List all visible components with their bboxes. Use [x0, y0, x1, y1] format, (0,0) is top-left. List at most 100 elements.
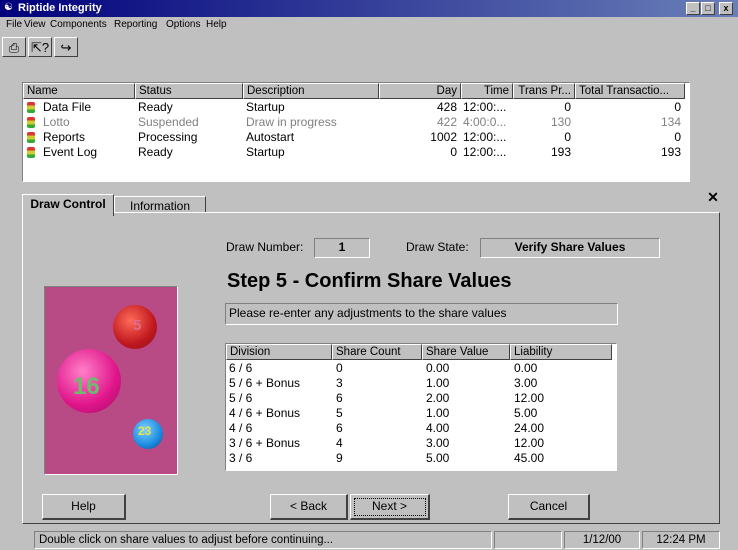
process-cell-description[interactable]: Startup: [246, 145, 376, 160]
menu-bar: File View Components Reporting Options H…: [0, 17, 738, 33]
process-cell-total[interactable]: 134: [575, 115, 681, 130]
status-message: Double click on share values to adjust b…: [34, 531, 492, 549]
draw-state-label: Draw State:: [406, 240, 469, 254]
process-cell-time[interactable]: 12:00:...: [463, 145, 511, 160]
col-header-division[interactable]: Division: [226, 344, 332, 360]
minimize-button[interactable]: _: [686, 2, 700, 15]
process-cell-total[interactable]: 0: [575, 100, 681, 115]
status-empty-pane: [494, 531, 562, 549]
share-cell: 3 / 6: [229, 451, 253, 465]
traffic-light-icon: [27, 147, 35, 158]
process-cell-day[interactable]: 0: [379, 145, 457, 160]
col-header-liability[interactable]: Liability: [510, 344, 612, 360]
process-cell-status[interactable]: Suspended: [138, 115, 238, 130]
share-cell: 6 / 6: [229, 361, 253, 375]
lottery-balls-image: 5 16 23: [44, 286, 178, 475]
menu-components[interactable]: Components: [50, 19, 107, 30]
share-cell: 45.00: [514, 451, 545, 465]
traffic-light-icon: [27, 132, 35, 143]
ball-23: 23: [133, 419, 163, 449]
col-header-total[interactable]: Total Transactio...: [575, 83, 685, 99]
tab-draw-control[interactable]: Draw Control: [22, 194, 114, 216]
traffic-light-icon: [27, 117, 35, 128]
next-button[interactable]: Next >: [350, 494, 430, 520]
title-bar: ☯ Riptide Integrity _ □ x: [0, 0, 738, 17]
share-cell: 3.00: [514, 376, 538, 390]
share-cell: 5 / 6 + Bonus: [229, 376, 301, 390]
menu-view[interactable]: View: [24, 19, 46, 30]
printer-icon[interactable]: ⎙: [2, 37, 26, 57]
process-cell-name[interactable]: Data File: [43, 100, 135, 115]
window-title: Riptide Integrity: [18, 2, 102, 14]
process-cell-day[interactable]: 1002: [379, 130, 457, 145]
close-button[interactable]: x: [719, 2, 733, 15]
share-cell: 4: [336, 436, 343, 450]
ball-5: 5: [113, 305, 157, 349]
share-cell: 4 / 6 + Bonus: [229, 406, 301, 420]
share-cell: 5 / 6: [229, 391, 253, 405]
back-button[interactable]: < Back: [270, 494, 348, 520]
share-cell: 3: [336, 376, 343, 390]
process-cell-time[interactable]: 4:00:0...: [463, 115, 511, 130]
share-cell: 5: [336, 406, 343, 420]
process-cell-name[interactable]: Reports: [43, 130, 135, 145]
draw-state-field: Verify Share Values: [480, 238, 660, 258]
exit-icon[interactable]: ↪: [54, 37, 78, 57]
share-cell[interactable]: 1.00: [426, 376, 449, 391]
help-button[interactable]: Help: [42, 494, 126, 520]
status-time: 12:24 PM: [642, 531, 720, 549]
instruction-text: Please re-enter any adjustments to the s…: [225, 303, 618, 325]
process-cell-day[interactable]: 422: [379, 115, 457, 130]
maximize-button[interactable]: □: [701, 2, 715, 15]
share-cell[interactable]: 2.00: [426, 391, 449, 406]
menu-reporting[interactable]: Reporting: [114, 19, 157, 30]
col-header-trans[interactable]: Trans Pr...: [513, 83, 575, 99]
app-icon: ☯: [4, 2, 13, 13]
share-cell[interactable]: 3.00: [426, 436, 449, 451]
col-header-status[interactable]: Status: [135, 83, 243, 99]
process-list[interactable]: Name Status Description Day Time Trans P…: [22, 82, 690, 182]
share-cell: 24.00: [514, 421, 545, 435]
share-cell: 12.00: [514, 436, 545, 450]
share-cell[interactable]: 5.00: [426, 451, 449, 466]
menu-options[interactable]: Options: [166, 19, 200, 30]
share-cell: 4 / 6: [229, 421, 253, 435]
share-values-table[interactable]: Division Share Count Share Value Liabili…: [225, 343, 617, 471]
process-cell-total[interactable]: 193: [575, 145, 681, 160]
process-cell-name[interactable]: Lotto: [43, 115, 135, 130]
process-cell-total[interactable]: 0: [575, 130, 681, 145]
process-cell-description[interactable]: Autostart: [246, 130, 376, 145]
share-cell[interactable]: 1.00: [426, 406, 449, 421]
share-cell[interactable]: 4.00: [426, 421, 449, 436]
share-cell: 9: [336, 451, 343, 465]
menu-help[interactable]: Help: [206, 19, 227, 30]
process-cell-time[interactable]: 12:00:...: [463, 130, 511, 145]
process-cell-description[interactable]: Startup: [246, 100, 376, 115]
process-cell-time[interactable]: 12:00:...: [463, 100, 511, 115]
process-cell-description[interactable]: Draw in progress: [246, 115, 376, 130]
process-cell-name[interactable]: Event Log: [43, 145, 135, 160]
share-cell: 5.00: [514, 406, 538, 420]
process-cell-status[interactable]: Ready: [138, 100, 238, 115]
col-header-share-count[interactable]: Share Count: [332, 344, 422, 360]
share-cell: 3 / 6 + Bonus: [229, 436, 301, 450]
status-bar: Double click on share values to adjust b…: [0, 530, 738, 550]
process-cell-trans[interactable]: 0: [513, 100, 571, 115]
process-cell-trans[interactable]: 130: [513, 115, 571, 130]
help-pointer-icon[interactable]: ⇱?: [28, 37, 52, 57]
status-date: 1/12/00: [564, 531, 640, 549]
process-cell-status[interactable]: Ready: [138, 145, 238, 160]
close-panel-icon[interactable]: ✕: [706, 190, 720, 205]
process-cell-status[interactable]: Processing: [138, 130, 238, 145]
col-header-name[interactable]: Name: [23, 83, 135, 99]
process-cell-day[interactable]: 428: [379, 100, 457, 115]
col-header-share-value[interactable]: Share Value: [422, 344, 510, 360]
col-header-description[interactable]: Description: [243, 83, 379, 99]
col-header-time[interactable]: Time: [461, 83, 513, 99]
process-cell-trans[interactable]: 0: [513, 130, 571, 145]
process-cell-trans[interactable]: 193: [513, 145, 571, 160]
share-cell[interactable]: 0.00: [426, 361, 449, 376]
cancel-button[interactable]: Cancel: [508, 494, 590, 520]
menu-file[interactable]: File: [6, 19, 22, 30]
col-header-day[interactable]: Day: [379, 83, 461, 99]
